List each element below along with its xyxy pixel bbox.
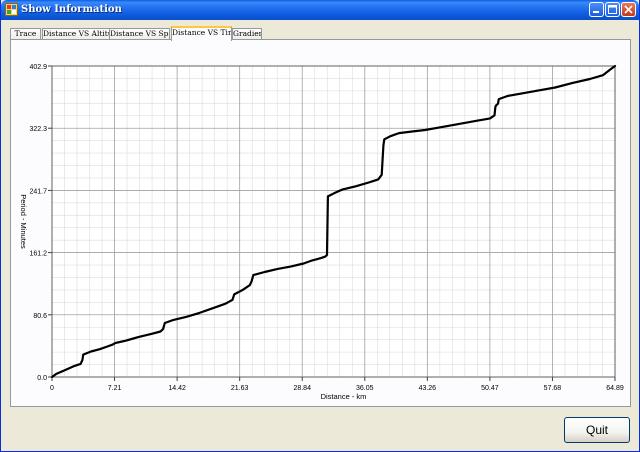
show-information-window: Show Information Trace Distance VS Altit… bbox=[0, 0, 640, 452]
x-tick-label: 57.68 bbox=[544, 385, 562, 392]
x-tick-label: 0 bbox=[50, 385, 54, 392]
y-axis-label: Period - Minutes bbox=[19, 194, 28, 249]
x-tick-label: 14.42 bbox=[168, 385, 186, 392]
x-tick-label: 64.89 bbox=[606, 385, 624, 392]
title-bar[interactable]: Show Information bbox=[1, 0, 639, 20]
close-button[interactable] bbox=[621, 2, 636, 17]
y-tick-label: 402.9 bbox=[29, 64, 47, 71]
tab-panel: 0 7.21 14.42 21.63 28.84 36.05 43.26 50.47 57.68… bbox=[10, 39, 631, 407]
minimize-icon bbox=[593, 11, 599, 13]
x-tick-label: 7.21 bbox=[108, 385, 122, 392]
plot-area bbox=[52, 66, 615, 377]
minimize-button[interactable] bbox=[589, 2, 604, 17]
close-icon bbox=[624, 5, 633, 14]
y-tick-label: 161.2 bbox=[29, 251, 47, 258]
maximize-button[interactable] bbox=[605, 2, 620, 17]
x-tick-label: 50.47 bbox=[481, 385, 499, 392]
quit-button[interactable]: Quit bbox=[564, 417, 630, 443]
x-tick-label: 21.63 bbox=[231, 385, 249, 392]
tab-distance-vs-time[interactable]: Distance VS Time bbox=[171, 26, 232, 41]
window-title: Show Information bbox=[21, 4, 122, 15]
x-tick-label: 36.05 bbox=[356, 385, 374, 392]
y-tick-label: 241.7 bbox=[29, 188, 47, 195]
x-axis-label: Distance - km bbox=[321, 392, 367, 401]
maximize-icon bbox=[608, 5, 617, 14]
distance-vs-time-chart: 0 7.21 14.42 21.63 28.84 36.05 43.26 50.47 57.68… bbox=[19, 64, 624, 401]
x-tick-label: 43.26 bbox=[419, 385, 437, 392]
y-tick-label: 0.0 bbox=[37, 375, 47, 382]
y-tick-label: 80.6 bbox=[33, 313, 47, 320]
y-tick-label: 322.3 bbox=[29, 126, 47, 133]
x-tick-label: 28.84 bbox=[293, 385, 311, 392]
app-icon bbox=[5, 3, 18, 16]
